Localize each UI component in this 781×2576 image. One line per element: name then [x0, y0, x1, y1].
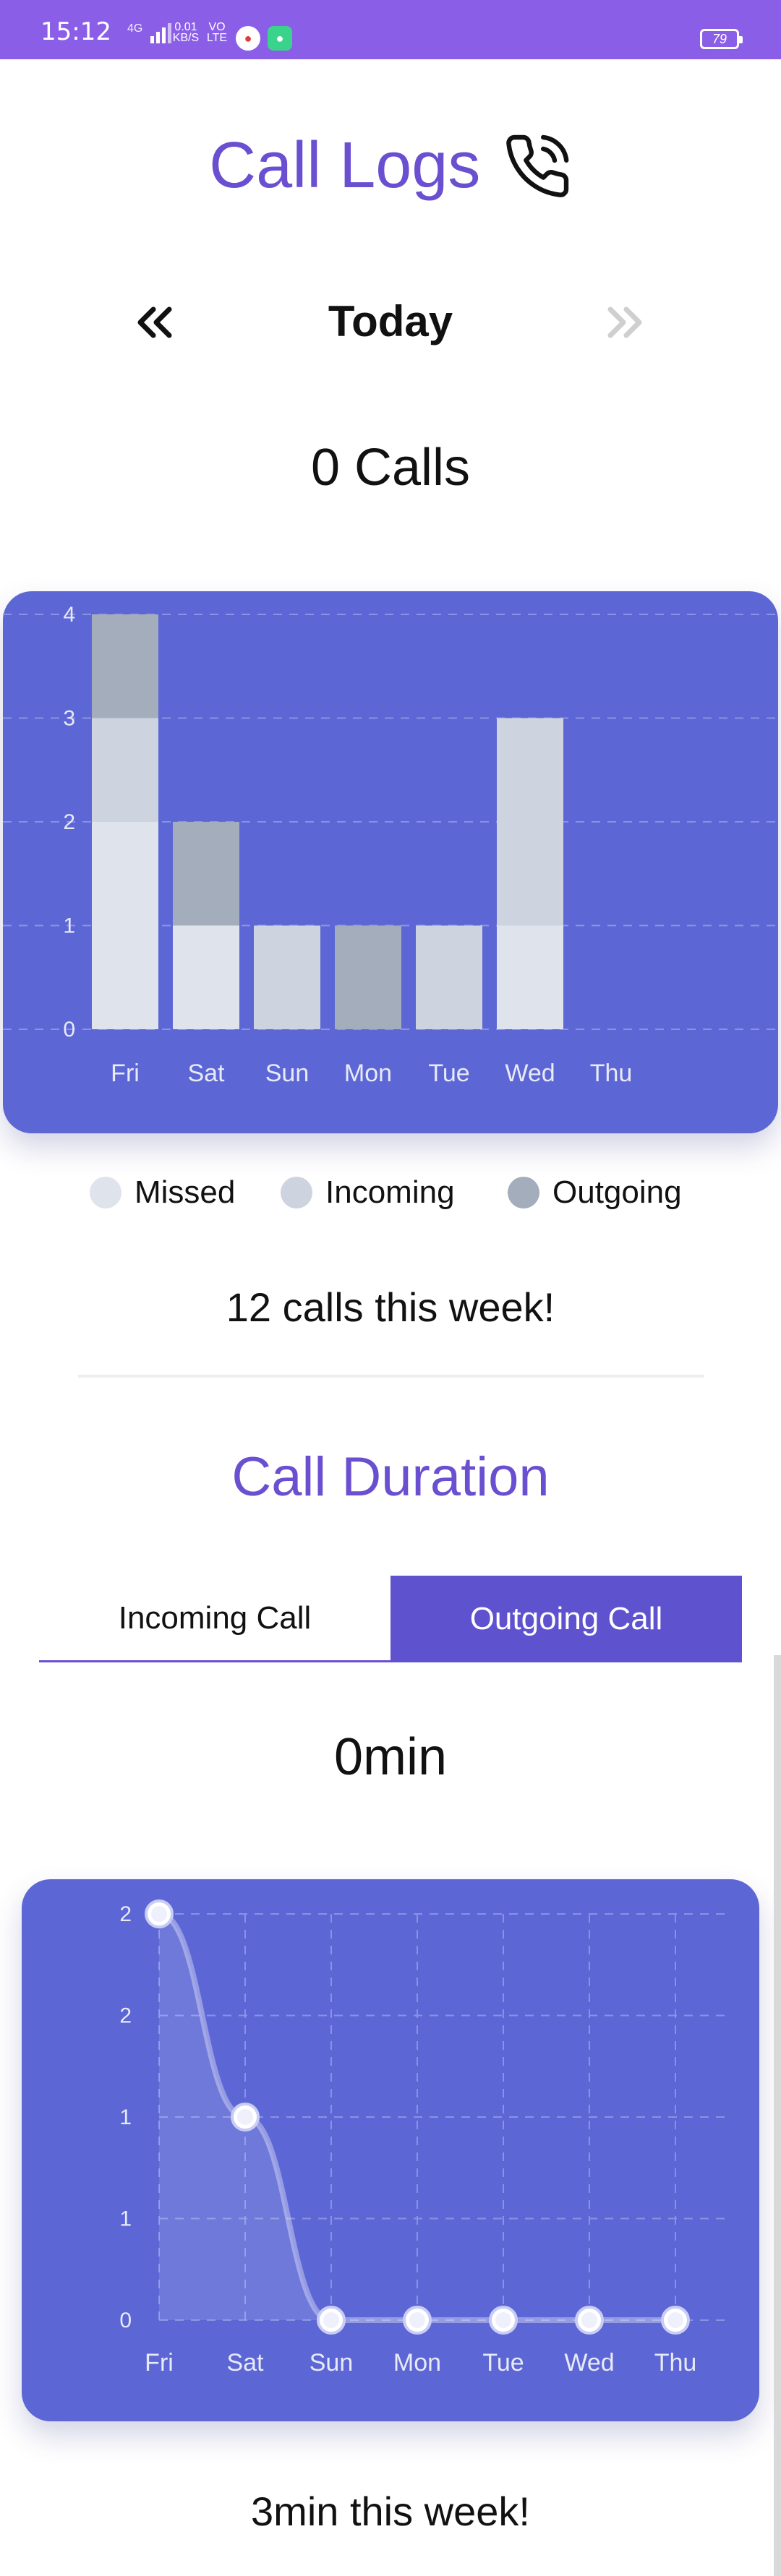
x-tick-label: Thu	[654, 2349, 697, 2377]
duration-line-chart: 0 1 1 2 2 Fri Sat Sun Mon Tue Wed Thu	[22, 1879, 759, 2421]
x-tick-label: Mon	[393, 2349, 441, 2377]
calls-bar-chart-svg: 0 1 2 3 4 Fri Sat Sun Mon Tue Wed Thu	[3, 603, 778, 1087]
y-tick-label: 0	[119, 2309, 132, 2332]
duration-tabs: Incoming Call Outgoing Call	[39, 1576, 742, 1662]
bar-segment-incoming	[497, 718, 563, 926]
section-divider	[78, 1375, 704, 1378]
bar-segment-missed	[173, 925, 239, 1029]
duration-line-chart-svg: 0 1 1 2 2 Fri Sat Sun Mon Tue Wed Thu	[119, 1899, 730, 2377]
date-navigation: Today	[0, 288, 781, 367]
scrollbar[interactable]	[774, 1655, 781, 2576]
legend-item-incoming: Incoming	[281, 1171, 455, 1214]
y-tick-label: 1	[63, 914, 75, 938]
date-range-label: Today	[328, 297, 453, 345]
y-tick-label: 0	[63, 1018, 75, 1042]
bar-segment-outgoing	[335, 925, 401, 1029]
legend-swatch-outgoing	[508, 1177, 539, 1208]
bar-segment-outgoing	[173, 822, 239, 926]
data-point-inner	[581, 2312, 597, 2328]
duration-week-summary: 3min this week!	[251, 2489, 530, 2534]
y-tick-label: 2	[63, 810, 75, 834]
x-tick-label: Wed	[564, 2349, 614, 2377]
calls-bar-chart: 0 1 2 3 4 Fri Sat Sun Mon Tue Wed Thu	[3, 591, 778, 1133]
x-tick-label: Fri	[111, 1060, 140, 1087]
y-tick-label: 2	[119, 1902, 132, 1926]
x-tick-label: Sat	[226, 2349, 264, 2377]
legend-label-missed: Missed	[135, 1175, 236, 1210]
volte-badge: VO LTE	[206, 21, 228, 44]
x-tick-label: Tue	[482, 2349, 524, 2377]
location-app-icon: ●	[236, 26, 260, 51]
y-tick-label: 3	[63, 707, 75, 731]
week-calls-summary: 12 calls this week!	[226, 1284, 555, 1330]
bar-segment-missed	[92, 822, 158, 1029]
data-point-inner	[323, 2312, 339, 2328]
x-tick-label: Thu	[590, 1060, 633, 1087]
calls-total: 0 Calls	[310, 439, 471, 497]
y-tick-label: 1	[119, 2105, 132, 2129]
y-tick-label: 4	[63, 603, 75, 627]
x-tick-label: Sun	[310, 2349, 354, 2377]
call-duration-title: Call Duration	[231, 1446, 550, 1508]
bar-segment-incoming	[92, 718, 158, 822]
data-point-inner	[151, 1906, 167, 1922]
legend-swatch-missed	[90, 1177, 121, 1208]
x-tick-label: Sat	[187, 1060, 225, 1087]
phone-call-icon	[506, 134, 569, 197]
x-tick-label: Fri	[145, 2349, 174, 2377]
y-tick-label: 2	[119, 2004, 132, 2028]
legend-item-missed: Missed	[90, 1171, 235, 1214]
status-bar: 15:12 4G 0.01 KB/S VO LTE ● ● 79	[0, 0, 781, 59]
data-point-inner	[237, 2109, 253, 2125]
chat-app-icon: ●	[268, 26, 292, 51]
double-chevron-right-icon[interactable]	[594, 293, 652, 351]
x-tick-label: Sun	[265, 1060, 310, 1087]
legend-label-incoming: Incoming	[325, 1175, 455, 1210]
data-point-inner	[409, 2312, 425, 2328]
network-type: 4G	[127, 22, 143, 35]
duration-total: 0min	[333, 1728, 448, 1786]
battery-icon: 79	[700, 29, 743, 49]
legend-item-outgoing: Outgoing	[508, 1171, 682, 1214]
bar-segment-incoming	[416, 925, 482, 1029]
status-time: 15:12	[40, 17, 111, 46]
network-speed: 0.01 KB/S	[172, 21, 200, 44]
data-point-inner	[667, 2312, 683, 2328]
y-tick-label: 1	[119, 2207, 132, 2231]
bar-segment-missed	[497, 925, 563, 1029]
x-tick-label: Tue	[428, 1060, 469, 1087]
x-tick-label: Mon	[344, 1060, 392, 1087]
tab-incoming-call[interactable]: Incoming Call	[39, 1576, 390, 1662]
page-title: Call Logs	[0, 129, 781, 208]
legend-swatch-incoming	[281, 1177, 312, 1208]
bar-segment-incoming	[254, 925, 320, 1029]
legend-label-outgoing: Outgoing	[552, 1175, 682, 1210]
chart-legend: Missed Incoming Outgoing	[0, 1171, 781, 1222]
bar-segment-outgoing	[92, 614, 158, 718]
tab-outgoing-call[interactable]: Outgoing Call	[390, 1576, 742, 1662]
data-point-inner	[495, 2312, 511, 2328]
page-title-text: Call Logs	[209, 129, 481, 202]
x-tick-label: Wed	[505, 1060, 555, 1087]
